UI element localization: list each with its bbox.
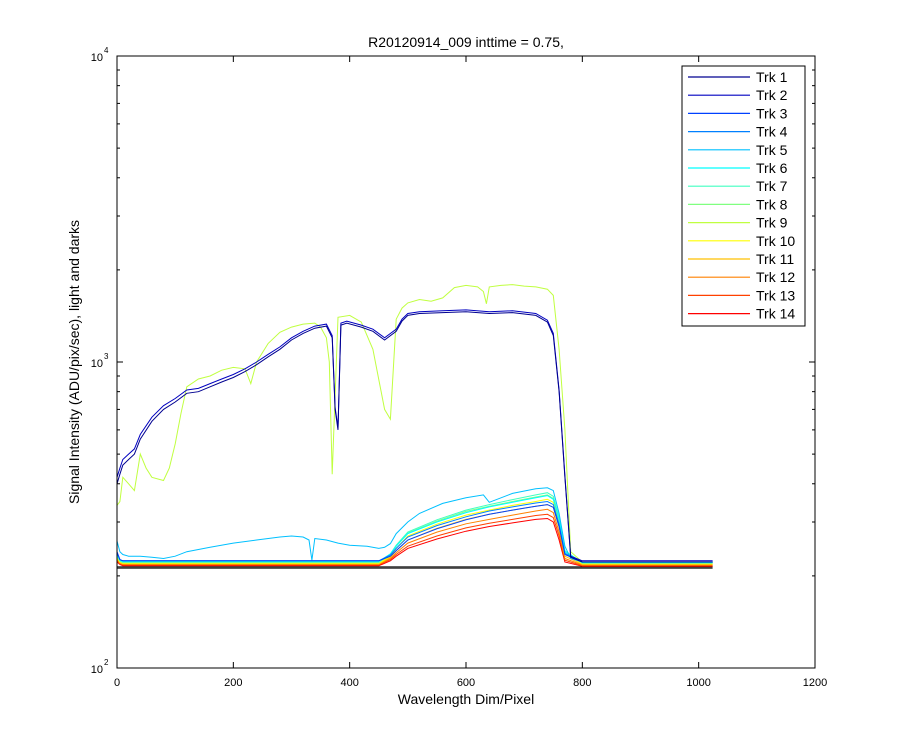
y-tick-label: 10 [91,664,103,676]
legend-label-trk-12: Trk 12 [756,269,795,285]
y-tick-exponent: 4 [104,46,109,55]
x-tick-label: 1000 [686,677,710,689]
x-tick-label: 0 [114,677,120,689]
x-tick-label: 800 [573,677,591,689]
legend-label-trk-3: Trk 3 [756,105,788,121]
x-tick-label: 200 [224,677,242,689]
chart: 0 200 400 600 800 1000 1200 102103104 R2012091… [0,0,900,750]
legend-label-trk-5: Trk 5 [756,142,788,158]
legend-label-trk-6: Trk 6 [756,160,788,176]
y-tick-exponent: 2 [104,658,109,667]
x-tick-label: 1200 [803,677,827,689]
x-tick-label: 600 [457,677,475,689]
legend-label-trk-13: Trk 13 [756,287,795,303]
chart-title: R20120914_009 inttime = 0.75, [368,34,564,50]
legend-label-trk-4: Trk 4 [756,124,788,140]
x-axis-label: Wavelength Dim/Pixel [398,691,534,707]
legend-label-trk-7: Trk 7 [756,178,788,194]
y-tick-label: 10 [91,52,103,64]
legend: Trk 1 Trk 2 Trk 3 Trk 4 Trk 5 Trk 6 Trk 7 Trk 8… [681,65,806,327]
y-tick-label: 10 [91,358,103,370]
legend-label-trk-1: Trk 1 [756,69,788,85]
legend-label-trk-10: Trk 10 [756,233,795,249]
legend-label-trk-11: Trk 11 [756,251,794,267]
legend-label-trk-14: Trk 14 [756,306,795,322]
legend-label-trk-9: Trk 9 [756,215,788,231]
legend-label-trk-8: Trk 8 [756,196,788,212]
legend-label-trk-2: Trk 2 [756,87,788,103]
y-axis-label: Signal Intensity (ADU/pix/sec), light an… [66,220,82,504]
y-tick-exponent: 3 [104,352,109,361]
x-tick-label: 400 [340,677,358,689]
